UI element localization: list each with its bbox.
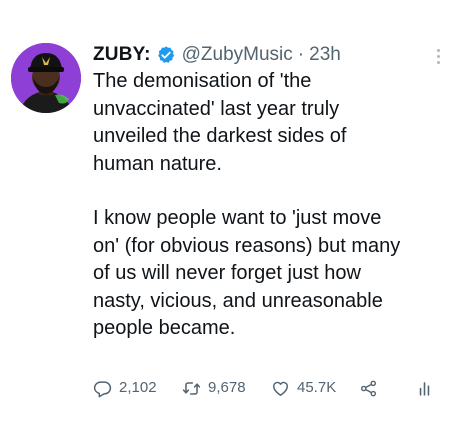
more-dot-icon <box>436 60 440 64</box>
like-button[interactable]: 45.7K <box>271 378 336 398</box>
tweet-text: The demonisation of 'the unvaccinated' l… <box>93 68 448 343</box>
retweet-button[interactable]: 9,678 <box>182 378 246 398</box>
reply-count: 2,102 <box>119 379 157 396</box>
avatar-image <box>11 43 81 113</box>
analytics-button[interactable] <box>415 378 434 398</box>
tweet-actions: 2,102 9,678 45.7K <box>93 378 443 398</box>
heart-icon <box>271 379 290 398</box>
share-icon <box>359 379 378 398</box>
more-dot-icon <box>436 48 440 52</box>
verified-badge-icon <box>156 45 176 65</box>
more-options-button[interactable] <box>430 44 446 68</box>
reply-icon <box>93 379 112 398</box>
like-count: 45.7K <box>297 379 337 396</box>
reply-button[interactable]: 2,102 <box>93 378 157 398</box>
display-name[interactable]: ZUBY: <box>93 42 151 68</box>
retweet-icon <box>182 379 201 398</box>
avatar[interactable] <box>11 43 81 113</box>
tweet-header: ZUBY: @ZubyMusic · 23h <box>93 42 341 68</box>
share-button[interactable] <box>359 378 378 398</box>
separator-dot: · <box>297 44 305 65</box>
tweet-card[interactable]: ZUBY: @ZubyMusic · 23h The demonisation … <box>0 0 454 432</box>
retweet-count: 9,678 <box>208 379 246 396</box>
tweet-paragraph: I know people want to 'just move on' (fo… <box>93 207 401 339</box>
tweet-paragraph: The demonisation of 'the unvaccinated' l… <box>93 70 347 175</box>
analytics-icon <box>415 379 434 398</box>
timestamp[interactable]: 23h <box>309 42 341 68</box>
user-handle[interactable]: @ZubyMusic <box>182 42 293 68</box>
more-dot-icon <box>436 54 440 58</box>
